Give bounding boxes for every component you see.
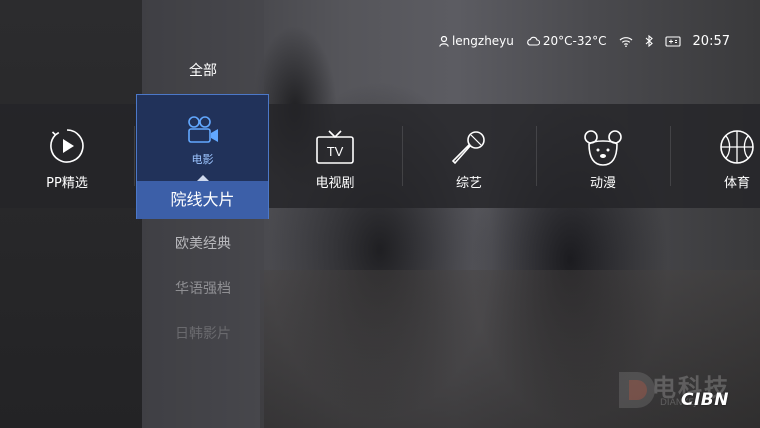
- status-bar: lengzheyu 20°C-32°C 20:57: [439, 33, 730, 49]
- brand-logo: CIBN: [681, 390, 729, 410]
- submenu-chinese-hits[interactable]: 华语强档: [142, 278, 264, 298]
- divider: [134, 126, 135, 186]
- category-label: 动漫: [589, 176, 616, 191]
- cloud-icon: [526, 36, 540, 46]
- category-sports[interactable]: 体育: [670, 104, 760, 208]
- category-bar: PP精选 TV 电视剧 综艺 动漫 体育: [0, 104, 760, 208]
- tv-icon: TV: [315, 128, 355, 170]
- submenu-theatrical[interactable]: 院线大片: [137, 181, 268, 219]
- username: lengzheyu: [451, 34, 514, 48]
- category-pp-picks[interactable]: PP精选: [0, 104, 134, 208]
- play-circle-icon: [49, 128, 85, 168]
- category-movies-label: 电影: [191, 153, 214, 166]
- weather-status: 20°C-32°C: [526, 34, 607, 48]
- svg-text:TV: TV: [327, 144, 344, 159]
- category-variety[interactable]: 综艺: [402, 104, 536, 208]
- basketball-icon: [718, 128, 756, 170]
- cartoon-bear-icon: [582, 128, 624, 172]
- submenu-western-classics[interactable]: 欧美经典: [142, 233, 264, 253]
- category-label: 电视剧: [315, 176, 355, 191]
- divider: [402, 126, 403, 186]
- category-anime[interactable]: 动漫: [536, 104, 670, 208]
- bluetooth-icon: [645, 35, 653, 47]
- watermark-logo-icon: [617, 370, 657, 410]
- clock: 20:57: [692, 33, 730, 49]
- category-label: 体育: [723, 176, 750, 191]
- user-status: lengzheyu: [439, 34, 514, 48]
- divider: [536, 126, 537, 186]
- microphone-icon: [449, 128, 489, 172]
- wifi-icon: [619, 36, 633, 47]
- background-left-panel: [0, 0, 142, 428]
- category-label: PP精选: [46, 176, 88, 191]
- category-tv-series[interactable]: TV 电视剧: [268, 104, 402, 208]
- movie-camera-icon: [186, 115, 220, 149]
- category-movies-selected[interactable]: 电影 院线大片: [136, 94, 269, 219]
- weather-text: 20°C-32°C: [542, 34, 607, 48]
- user-icon: [439, 35, 449, 47]
- menu-item-all[interactable]: 全部: [142, 60, 264, 80]
- divider: [670, 126, 671, 186]
- category-label: 综艺: [455, 176, 482, 191]
- device-icon: [664, 35, 681, 47]
- submenu-japan-korea-films[interactable]: 日韩影片: [142, 323, 264, 343]
